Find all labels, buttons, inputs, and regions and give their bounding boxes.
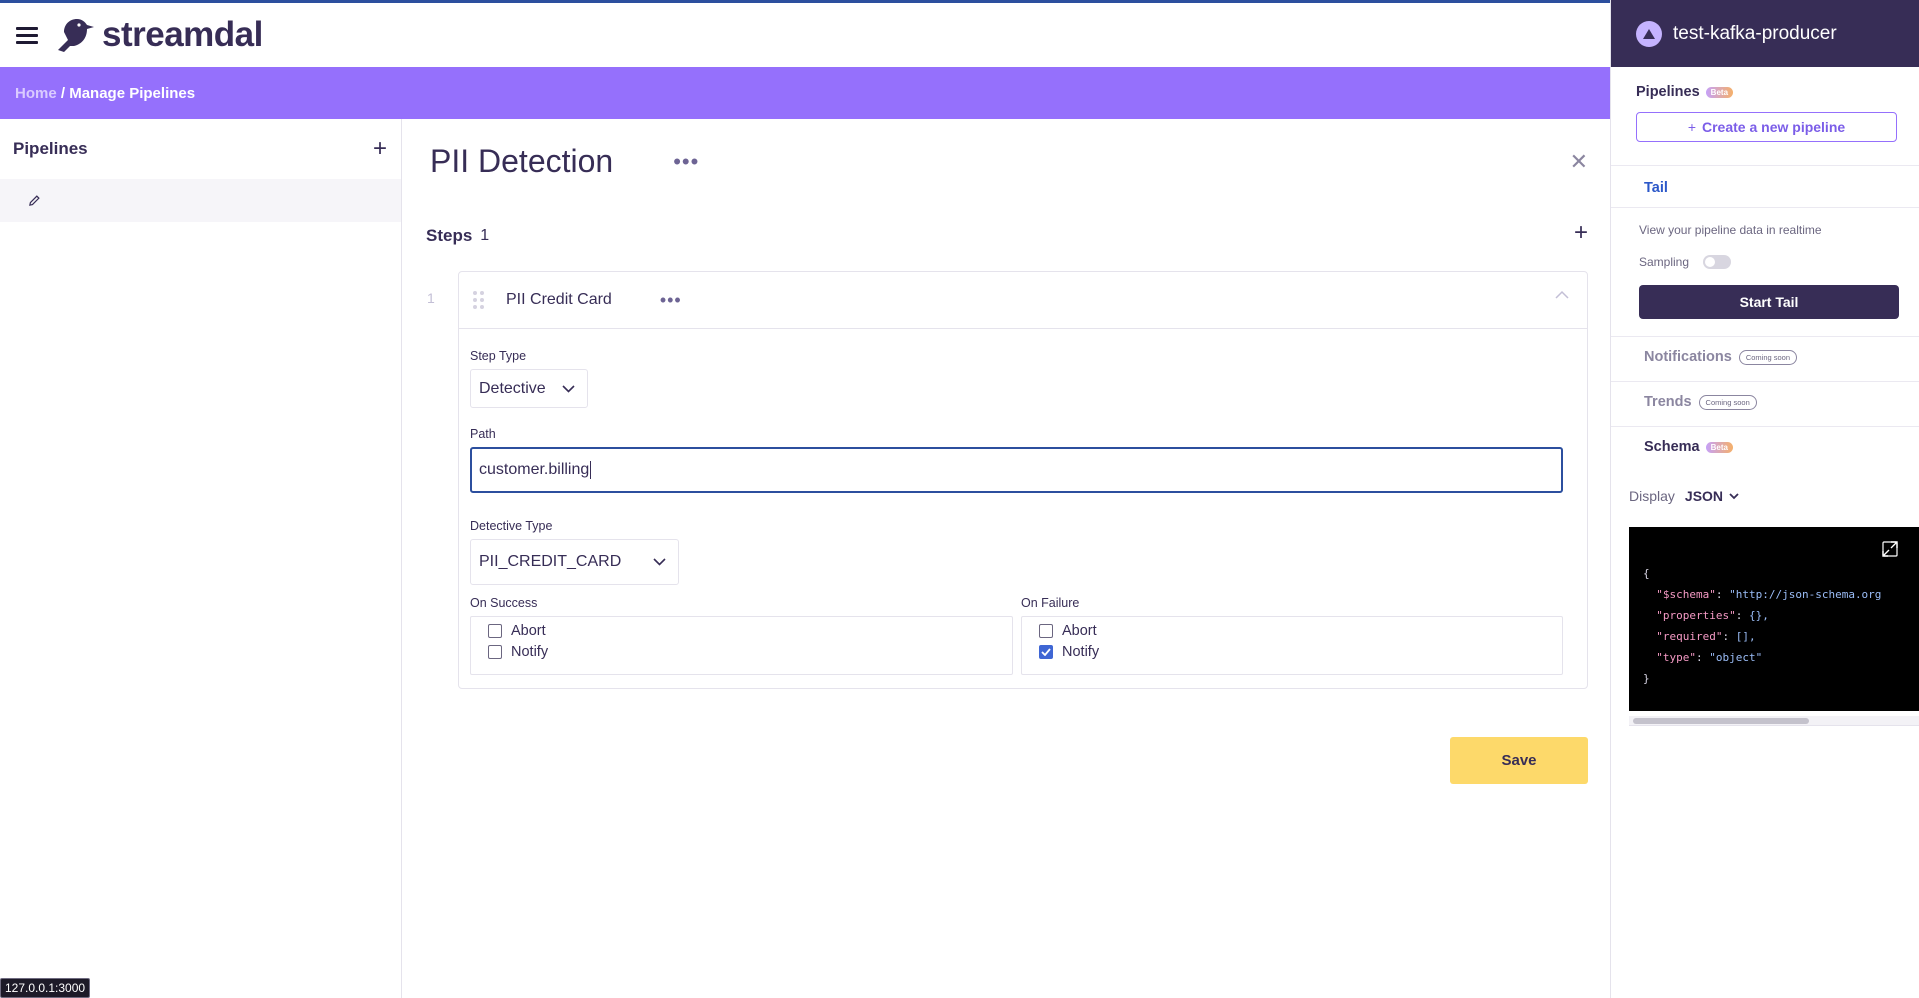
plus-icon: + <box>1687 119 1696 135</box>
step-name: PII Credit Card <box>506 291 612 308</box>
divider <box>1611 381 1919 382</box>
breadcrumb: Home / Manage Pipelines <box>0 67 1610 119</box>
service-name: test-kafka-producer <box>1673 22 1837 44</box>
display-format-value: JSON <box>1684 488 1724 504</box>
step-type-value: Detective <box>479 379 546 397</box>
checkbox-icon[interactable] <box>488 624 502 638</box>
detective-type-value: PII_CREDIT_CARD <box>479 553 622 570</box>
step-type-label: Step Type <box>470 349 527 363</box>
sidebar-title: Pipelines <box>13 139 88 158</box>
steps-label: Steps <box>426 226 473 245</box>
divider <box>1611 426 1919 427</box>
pipeline-more-icon[interactable]: ••• <box>673 149 699 175</box>
pipelines-section-title: Pipelines <box>1636 84 1700 100</box>
checkbox-label: Abort <box>511 623 546 639</box>
breadcrumb-home-link[interactable]: Home <box>15 85 57 102</box>
checkbox-label: Notify <box>511 644 549 660</box>
path-input[interactable]: customer.billing <box>470 447 1563 493</box>
display-format-select[interactable]: JSON <box>1685 488 1739 504</box>
logo[interactable]: streamdal <box>54 15 263 55</box>
checkbox-checked-icon[interactable] <box>1039 645 1053 659</box>
add-pipeline-plus-icon[interactable]: + <box>373 137 387 161</box>
checkbox-label: Notify <box>1062 644 1100 660</box>
breadcrumb-separator: / <box>56 84 70 102</box>
pipeline-editor: PII Detection ••• ✕ Steps 1 + 1 PII Cred… <box>402 119 1610 998</box>
on-failure-notify-checkbox[interactable]: Notify <box>1039 644 1099 660</box>
on-failure-label: On Failure <box>1021 596 1080 610</box>
pipelines-sidebar: Pipelines + <box>0 119 402 998</box>
pencil-icon[interactable] <box>28 194 41 207</box>
brand-name: streamdal <box>102 15 263 54</box>
schema-code-viewer[interactable]: { "$schema": "http://json-schema.org "pr… <box>1629 527 1919 711</box>
path-value: customer.billing <box>479 461 590 478</box>
steps-count: 1 <box>480 227 490 244</box>
breadcrumb-current: Manage Pipelines <box>69 84 196 102</box>
page-title: PII Detection <box>430 143 614 179</box>
app-header: streamdal <box>0 3 1610 67</box>
service-icon <box>1636 20 1662 47</box>
sampling-label: Sampling <box>1639 255 1690 269</box>
save-button[interactable]: Save <box>1450 737 1588 784</box>
on-success-group <box>470 616 1013 675</box>
on-success-label: On Success <box>470 596 538 610</box>
tab-tail[interactable]: Tail <box>1644 180 1668 196</box>
schema-title[interactable]: Schema <box>1644 439 1700 455</box>
checkbox-icon[interactable] <box>488 645 502 659</box>
create-pipeline-button[interactable]: + Create a new pipeline <box>1636 112 1897 142</box>
sidebar-pipeline-item[interactable] <box>0 179 401 222</box>
chevron-down-icon <box>562 384 575 393</box>
divider <box>1611 165 1919 166</box>
on-failure-abort-checkbox[interactable]: Abort <box>1039 623 1097 639</box>
divider <box>1611 336 1919 337</box>
horizontal-scrollbar[interactable] <box>1629 716 1919 726</box>
sampling-toggle[interactable] <box>1703 255 1732 269</box>
on-failure-group <box>1021 616 1563 675</box>
coming-soon-badge: Coming soon <box>1698 394 1757 410</box>
create-pipeline-label: Create a new pipeline <box>1702 119 1846 135</box>
start-tail-button[interactable]: Start Tail <box>1639 285 1899 319</box>
chevron-down-icon <box>653 558 666 566</box>
on-success-notify-checkbox[interactable]: Notify <box>488 644 548 660</box>
step-more-icon[interactable]: ••• <box>660 290 682 311</box>
checkbox-icon[interactable] <box>1039 624 1053 638</box>
detective-type-select[interactable]: PII_CREDIT_CARD <box>470 539 679 585</box>
drag-handle-icon[interactable] <box>473 291 484 309</box>
url-tooltip: 127.0.0.1:3000 <box>0 978 91 998</box>
beta-badge: Beta <box>1705 441 1733 453</box>
beta-badge: Beta <box>1705 86 1734 98</box>
trends-title[interactable]: Trends <box>1644 394 1692 410</box>
tail-description: View your pipeline data in realtime <box>1639 223 1822 237</box>
step-number: 1 <box>427 290 435 306</box>
step-card: PII Credit Card ••• Step Type Detective … <box>458 271 1588 689</box>
divider <box>1611 207 1919 208</box>
hamburger-menu-icon[interactable] <box>16 23 40 47</box>
schema-code: { "$schema": "http://json-schema.org "pr… <box>1643 567 1882 685</box>
expand-icon[interactable] <box>1882 541 1898 557</box>
path-label: Path <box>470 427 496 441</box>
notifications-title[interactable]: Notifications <box>1644 349 1732 365</box>
close-icon[interactable]: ✕ <box>1570 149 1588 175</box>
on-success-abort-checkbox[interactable]: Abort <box>488 623 546 639</box>
service-header: test-kafka-producer <box>1611 0 1919 67</box>
chevron-up-icon[interactable] <box>1555 290 1569 300</box>
coming-soon-badge: Coming soon <box>1738 349 1798 365</box>
display-label: Display <box>1629 488 1675 504</box>
chevron-down-icon <box>1729 492 1739 499</box>
detective-type-label: Detective Type <box>470 519 553 533</box>
service-panel: test-kafka-producer Pipelines Beta + Cre… <box>1610 0 1919 998</box>
add-step-plus-icon[interactable]: + <box>1574 221 1588 245</box>
step-type-select[interactable]: Detective <box>470 369 588 408</box>
raven-logo-icon <box>58 19 94 52</box>
checkbox-label: Abort <box>1062 623 1097 639</box>
